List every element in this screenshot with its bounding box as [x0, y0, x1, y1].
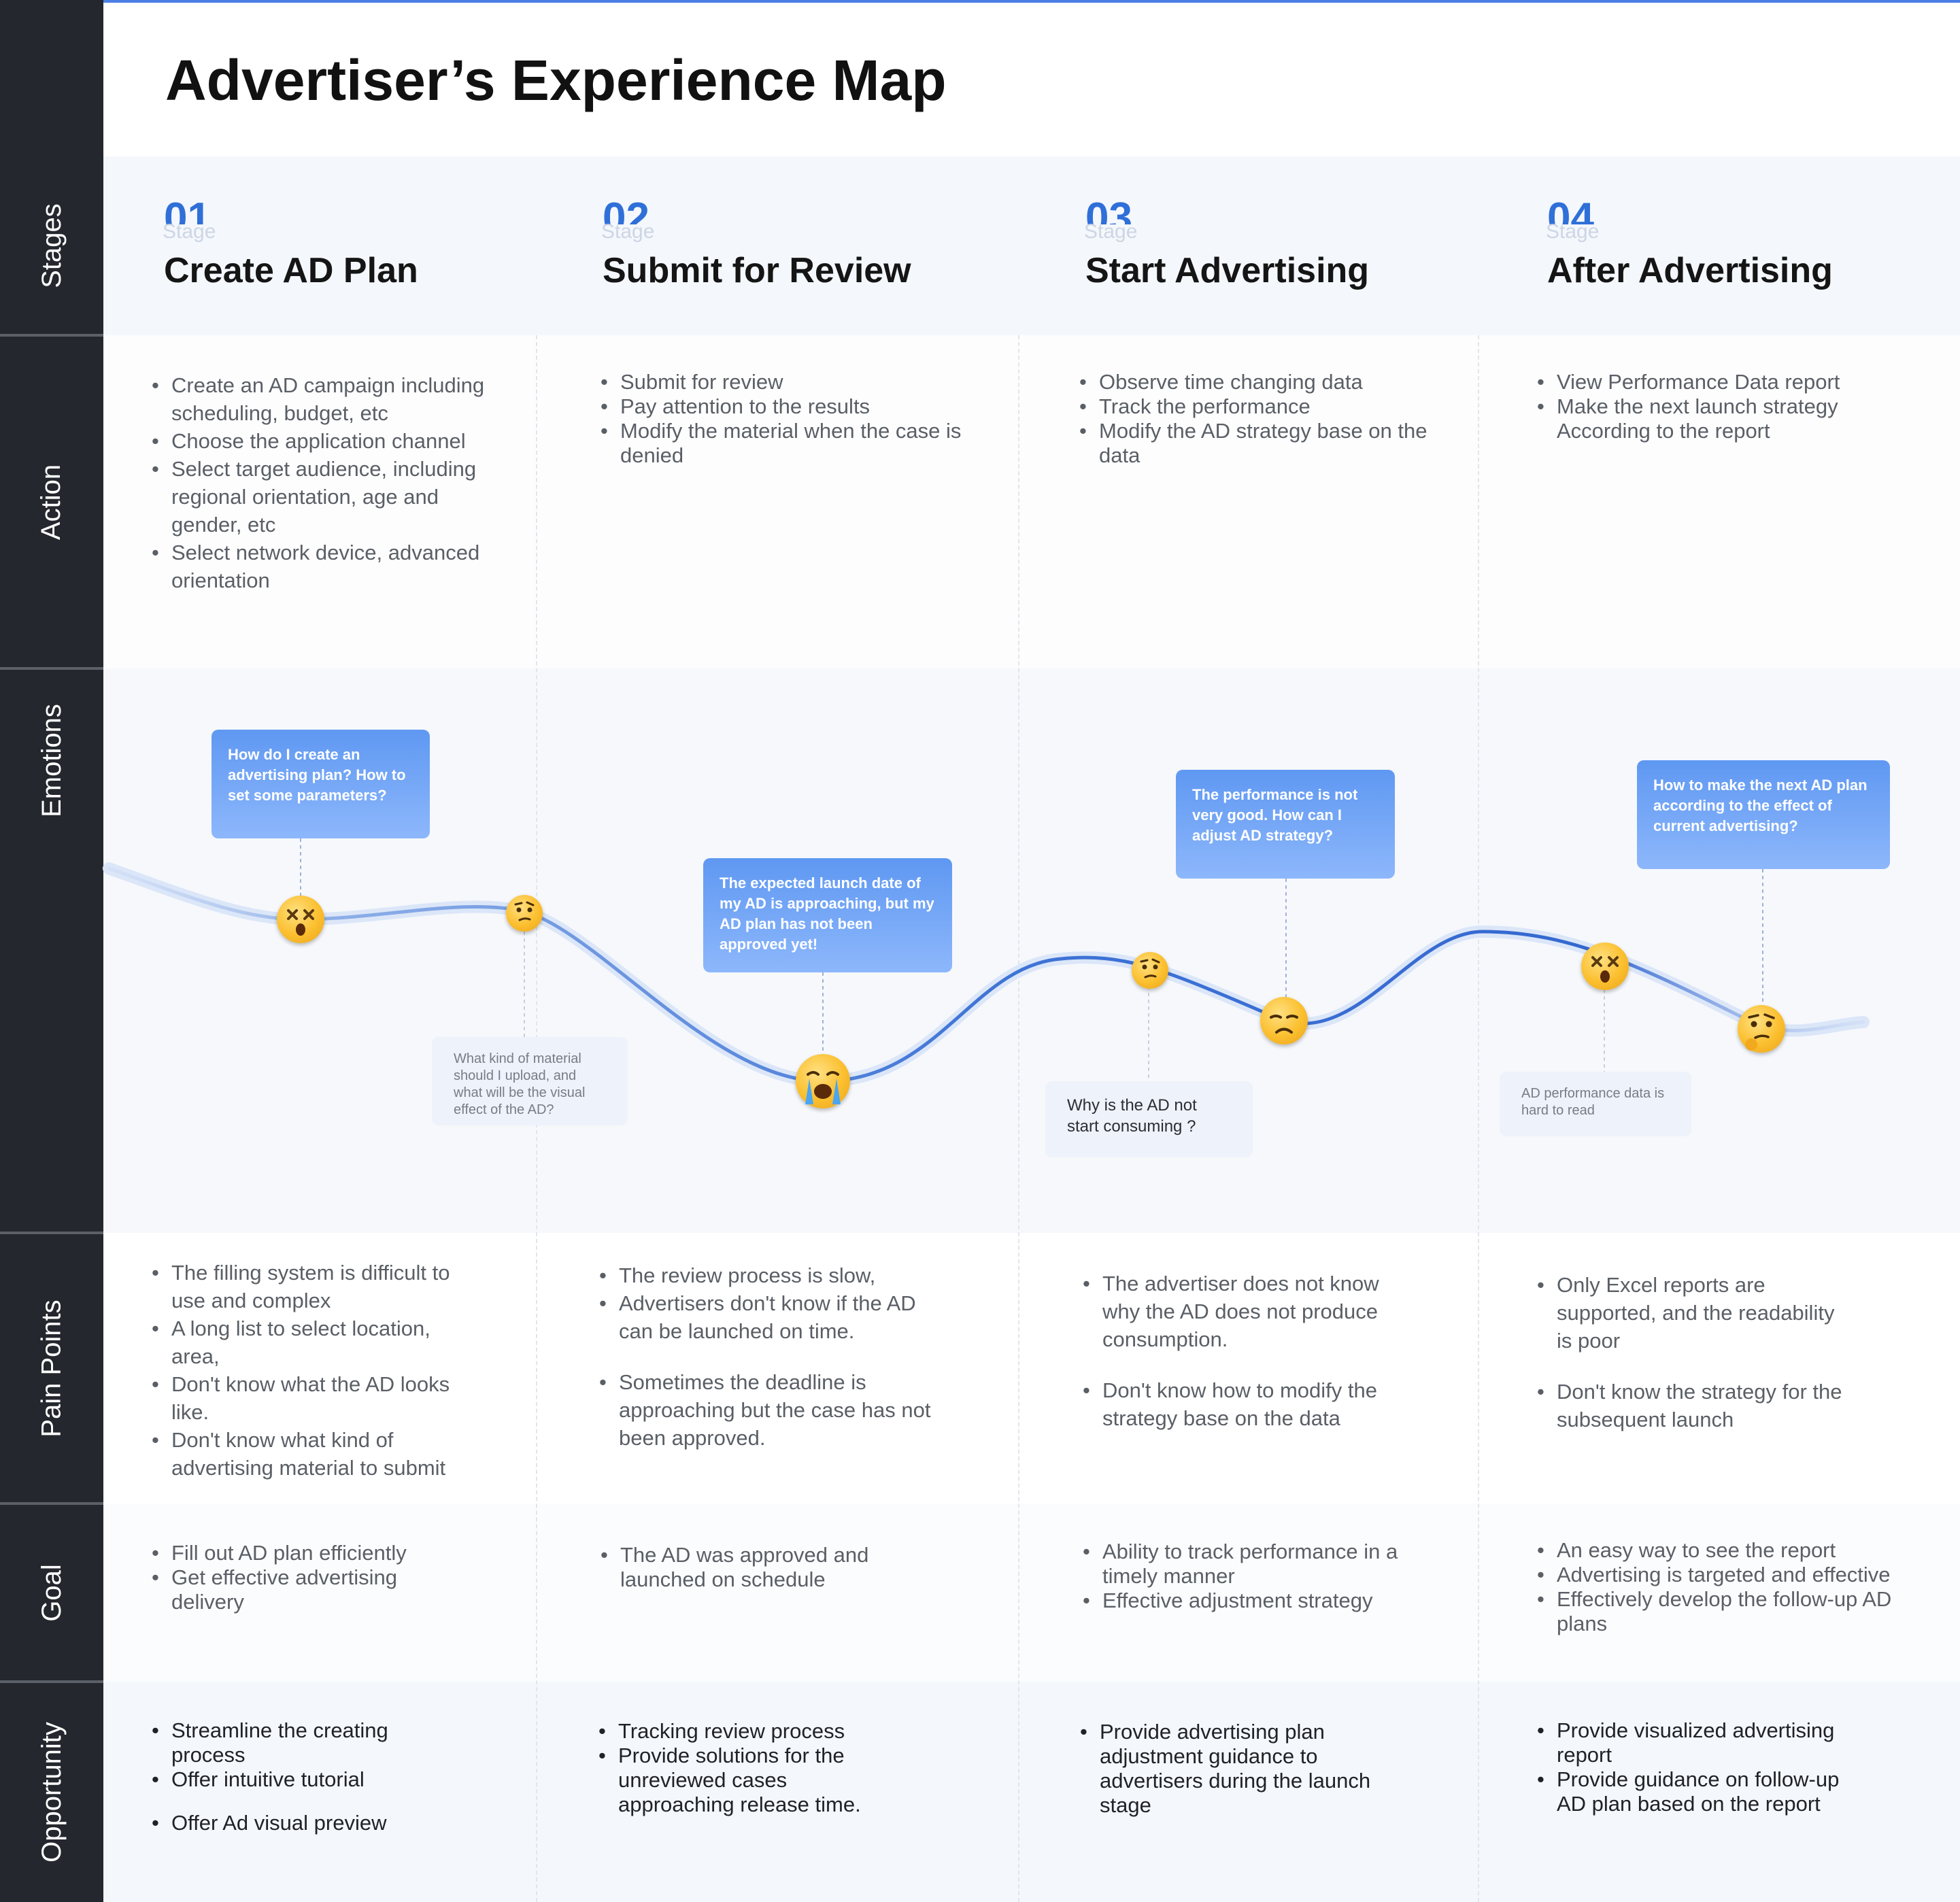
- opportunity-list-stage-3: Provide advertising plan adjustment guid…: [1080, 1720, 1406, 1818]
- opportunity-item: Provide guidance on follow-up AD plan ba…: [1537, 1767, 1850, 1816]
- emotion-bubble-4: How to make the next AD plan according t…: [1637, 760, 1890, 869]
- action-item: Make the next launch strategy According …: [1537, 394, 1891, 443]
- goal-item: Effectively develop the follow-up AD pla…: [1537, 1587, 1918, 1636]
- goal-item: An easy way to see the report: [1537, 1538, 1918, 1563]
- goal-item: The AD was approved and launched on sche…: [601, 1543, 920, 1592]
- row-label-goal: Goal: [36, 1563, 67, 1622]
- goal-item: Advertising is targeted and effective: [1537, 1563, 1918, 1587]
- opportunity-list-stage-4: Provide visualized advertising report Pr…: [1537, 1718, 1850, 1816]
- action-list-stage-3: Observe time changing data Track the per…: [1079, 370, 1433, 468]
- action-item: Modify the material when the case is den…: [601, 419, 981, 468]
- stage-number: 02: [603, 194, 649, 224]
- pain-point-item: The review process is slow,: [599, 1261, 953, 1289]
- pain-point-item: Only Excel reports are supported, and th…: [1537, 1271, 1850, 1355]
- row-label-action: Action: [36, 464, 67, 540]
- stage-number: 03: [1085, 194, 1132, 224]
- stage-name: Submit for Review: [603, 251, 911, 290]
- pain-point-item: Don't know the strategy for the subseque…: [1537, 1378, 1850, 1433]
- pain-point-item: Advertisers don't know if the AD can be …: [599, 1289, 953, 1345]
- pain-point-item: The advertiser does not know why the AD …: [1083, 1270, 1409, 1353]
- action-list-stage-1: Create an AD campaign including scheduli…: [152, 371, 505, 594]
- emotion-bubble-1: How do I create an advertising plan? How…: [212, 730, 430, 838]
- sad-face-icon: [1260, 997, 1308, 1045]
- stage-caption: Stage: [163, 220, 216, 243]
- action-item: Modify the AD strategy base on the data: [1079, 419, 1433, 468]
- thinking-face-icon: [506, 895, 543, 932]
- crying-face-icon: [796, 1054, 850, 1108]
- goal-item: Get effective advertising delivery: [152, 1565, 464, 1614]
- goal-list-stage-2: The AD was approved and launched on sche…: [601, 1543, 920, 1592]
- stage-caption: Stage: [1546, 220, 1600, 243]
- opportunity-item: Offer Ad visual preview: [152, 1811, 437, 1835]
- thinking-face-icon: [1738, 1005, 1785, 1053]
- action-item: Submit for review: [601, 370, 981, 394]
- stage-number: 04: [1547, 194, 1594, 224]
- action-item: View Performance Data report: [1537, 370, 1891, 394]
- thinking-face-icon: [1132, 952, 1168, 989]
- row-label-pain-points: Pain Points: [36, 1299, 67, 1438]
- dizzy-face-icon: [1581, 942, 1629, 990]
- goal-list-stage-3: Ability to track performance in a timely…: [1083, 1540, 1409, 1613]
- goal-item: Ability to track performance in a timely…: [1083, 1540, 1409, 1589]
- opportunity-list-stage-2: Tracking review process Provide solution…: [598, 1719, 898, 1817]
- opportunity-item: Tracking review process: [598, 1719, 898, 1744]
- action-item: Select network device, advanced orientat…: [152, 539, 505, 594]
- pain-points-list-stage-1: The filling system is difficult to use a…: [152, 1259, 471, 1482]
- action-item: Pay attention to the results: [601, 394, 981, 419]
- action-list-stage-4: View Performance Data report Make the ne…: [1537, 370, 1891, 443]
- pain-point-item: The filling system is difficult to use a…: [152, 1259, 471, 1314]
- action-item: Choose the application channel: [152, 427, 505, 455]
- action-item: Create an AD campaign including scheduli…: [152, 371, 505, 427]
- stages-band: [103, 156, 1960, 335]
- opportunity-item: Provide advertising plan adjustment guid…: [1080, 1720, 1406, 1818]
- goal-item: Effective adjustment strategy: [1083, 1589, 1409, 1613]
- opportunity-list-stage-1: Streamline the creating process Offer in…: [152, 1718, 437, 1835]
- goal-list-stage-1: Fill out AD plan efficiently Get effecti…: [152, 1541, 464, 1614]
- opportunity-item: Provide visualized advertising report: [1537, 1718, 1850, 1767]
- pain-point-item: Don't know what the AD looks like.: [152, 1370, 471, 1426]
- stage-caption: Stage: [601, 220, 655, 243]
- row-label-stages: Stages: [36, 203, 67, 288]
- goal-list-stage-4: An easy way to see the report Advertisin…: [1537, 1538, 1918, 1636]
- pain-point-item: Don't know how to modify the strategy ba…: [1083, 1376, 1409, 1432]
- pain-points-list-stage-3: The advertiser does not know why the AD …: [1083, 1270, 1409, 1432]
- opportunity-item: Provide solutions for the unreviewed cas…: [598, 1744, 898, 1817]
- action-item: Track the performance: [1079, 394, 1433, 419]
- pain-points-list-stage-2: The review process is slow, Advertisers …: [599, 1261, 953, 1452]
- action-item: Observe time changing data: [1079, 370, 1433, 394]
- pain-point-item: A long list to select location, area,: [152, 1314, 471, 1370]
- emotion-bubble-3: The performance is not very good. How ca…: [1176, 770, 1395, 879]
- row-label-opportunity: Opportunity: [36, 1721, 67, 1863]
- stage-name: Start Advertising: [1085, 251, 1370, 290]
- pain-point-item: Sometimes the deadline is approaching bu…: [599, 1368, 953, 1452]
- emotion-bubble-2: The expected launch date of my AD is app…: [703, 858, 952, 972]
- emotion-note-2: Why is the AD not start consuming ?: [1045, 1081, 1253, 1157]
- opportunity-item: Streamline the creating process: [152, 1718, 437, 1767]
- stage-number: 01: [164, 194, 211, 224]
- page-title: Advertiser’s Experience Map: [165, 48, 947, 112]
- action-list-stage-2: Submit for review Pay attention to the r…: [601, 370, 981, 468]
- stage-name: After Advertising: [1547, 251, 1833, 290]
- pain-points-list-stage-4: Only Excel reports are supported, and th…: [1537, 1271, 1850, 1433]
- action-item: Select target audience, including region…: [152, 455, 505, 539]
- stage-caption: Stage: [1084, 220, 1138, 243]
- opportunity-item: Offer intuitive tutorial: [152, 1767, 437, 1792]
- emotion-note-1: What kind of material should I upload, a…: [432, 1037, 628, 1125]
- goal-item: Fill out AD plan efficiently: [152, 1541, 464, 1565]
- emotion-note-3: AD performance data is hard to read: [1500, 1072, 1691, 1136]
- pain-point-item: Don't know what kind of advertising mate…: [152, 1426, 471, 1482]
- dizzy-face-icon: [277, 896, 324, 943]
- stage-name: Create AD Plan: [164, 251, 418, 290]
